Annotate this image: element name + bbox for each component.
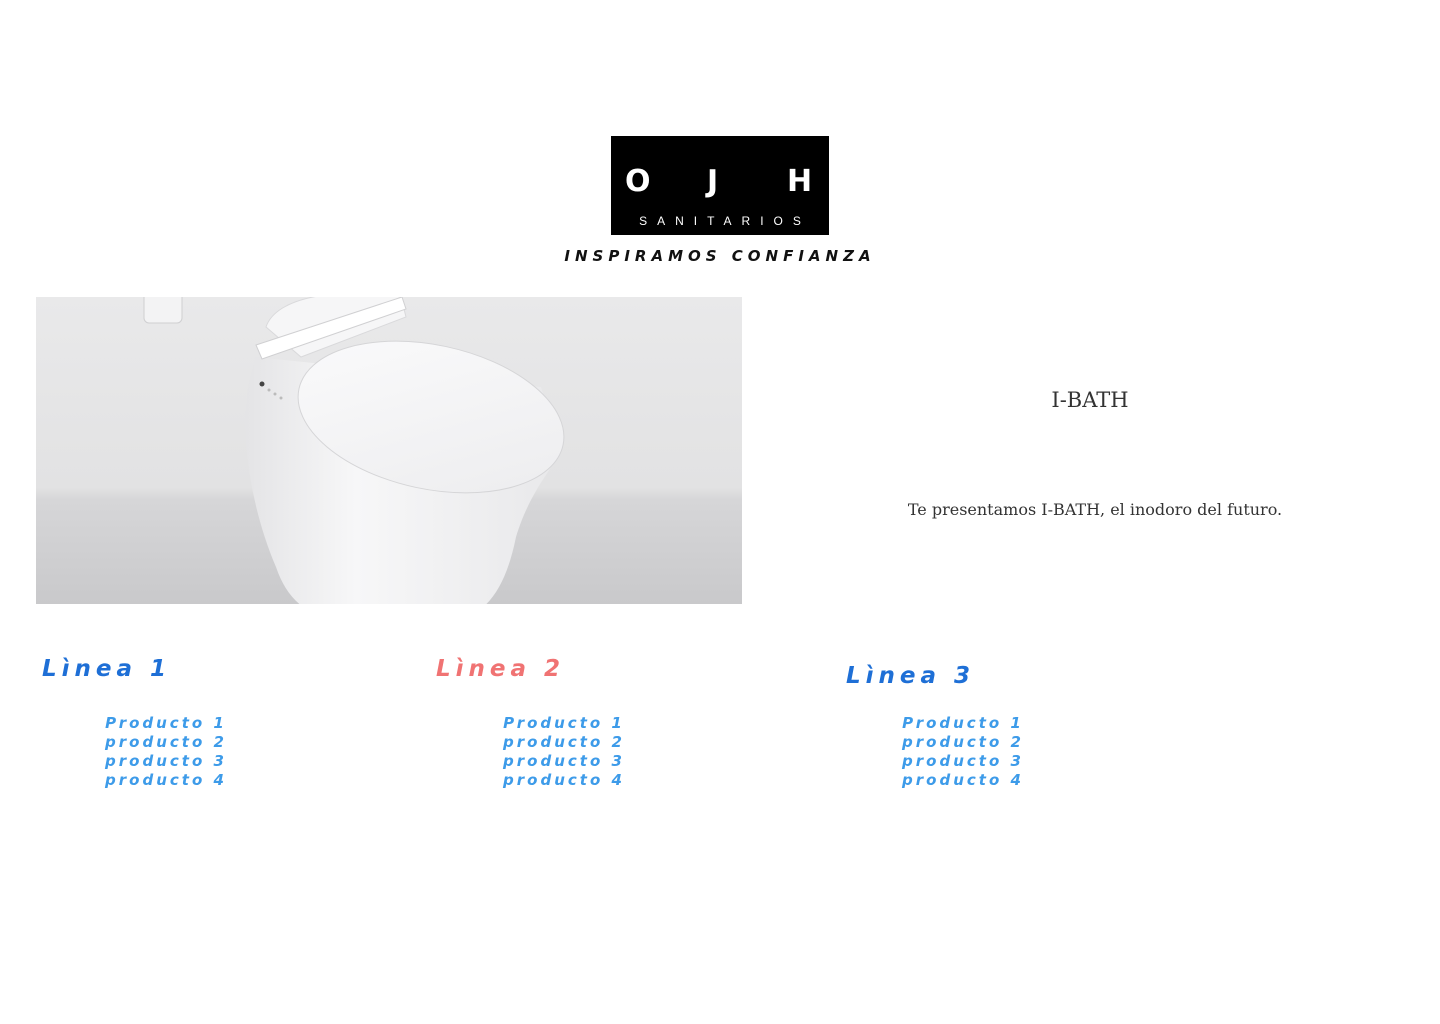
logo-subtitle: SANITARIOS xyxy=(639,214,811,228)
product-title: I-BATH xyxy=(1051,388,1129,412)
line-3-product-4-link[interactable]: producto 4 xyxy=(873,771,1053,790)
hero-image xyxy=(36,297,742,604)
line-2-title[interactable]: Lìnea 2 xyxy=(436,654,565,684)
brand-logo[interactable]: O J H SANITARIOS xyxy=(611,136,829,235)
line-1-product-2-link[interactable]: producto 2 xyxy=(76,733,256,752)
line-2-product-3-link[interactable]: producto 3 xyxy=(474,752,654,771)
line-3-product-1-link[interactable]: Producto 1 xyxy=(873,714,1053,733)
line-1-product-1-link[interactable]: Producto 1 xyxy=(76,714,256,733)
line-3-product-2-link[interactable]: producto 2 xyxy=(873,733,1053,752)
product-description: Te presentamos I-BATH, el inodoro del fu… xyxy=(907,500,1283,519)
logo-letter-h: H xyxy=(787,164,813,199)
tagline: INSPIRAMOS CONFIANZA xyxy=(564,247,876,265)
line-1-product-3-link[interactable]: producto 3 xyxy=(76,752,256,771)
logo-letter-o: O xyxy=(625,164,651,199)
line-1-product-4-link[interactable]: producto 4 xyxy=(76,771,256,790)
line-1-title[interactable]: Lìnea 1 xyxy=(42,654,171,684)
logo-letters: O J H xyxy=(611,164,829,200)
line-1-product-list: Producto 1 producto 2 producto 3 product… xyxy=(76,714,256,790)
line-2-product-1-link[interactable]: Producto 1 xyxy=(474,714,654,733)
line-3-title[interactable]: Lìnea 3 xyxy=(846,661,975,691)
line-2-product-list: Producto 1 producto 2 producto 3 product… xyxy=(474,714,654,790)
line-3-product-list: Producto 1 producto 2 producto 3 product… xyxy=(873,714,1053,790)
line-2-product-4-link[interactable]: producto 4 xyxy=(474,771,654,790)
line-2-product-2-link[interactable]: producto 2 xyxy=(474,733,654,752)
line-3-product-3-link[interactable]: producto 3 xyxy=(873,752,1053,771)
logo-letter-j: J xyxy=(707,164,719,199)
